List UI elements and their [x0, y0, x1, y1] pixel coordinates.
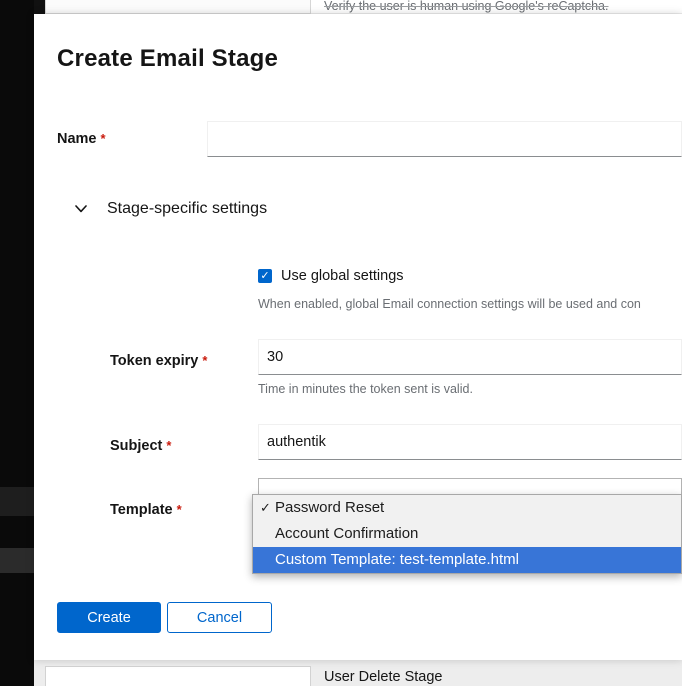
- subject-label: Subject: [110, 438, 162, 454]
- required-asterisk: *: [202, 353, 207, 368]
- create-email-stage-modal: Create Email Stage Name * Stage-specific …: [34, 14, 682, 660]
- token-expiry-input-wrap: [258, 339, 682, 375]
- name-label: Name: [57, 131, 97, 147]
- background-table-row-top: Verify the user is human using Google's …: [34, 0, 682, 14]
- background-dark-block: [34, 0, 45, 14]
- page: Verify the user is human using Google's …: [0, 0, 682, 686]
- template-label: Template: [110, 502, 173, 518]
- token-expiry-label: Token expiry: [110, 353, 198, 369]
- background-table-cell: [45, 666, 311, 686]
- background-row-description: Verify the user is human using Google's …: [324, 0, 609, 14]
- dropdown-option-label: Custom Template: test-template.html: [275, 551, 519, 568]
- background-row-label: User Delete Stage: [324, 669, 442, 685]
- cancel-button[interactable]: Cancel: [167, 602, 272, 633]
- template-label-wrap: Template *: [110, 501, 182, 519]
- stage-specific-settings-toggle[interactable]: Stage-specific settings: [75, 200, 267, 218]
- subject-input[interactable]: [258, 424, 682, 460]
- name-label-wrap: Name *: [57, 130, 207, 148]
- dropdown-option-label: Password Reset: [275, 499, 384, 516]
- token-expiry-input[interactable]: [258, 339, 682, 375]
- background-table-cell: [45, 0, 311, 14]
- dropdown-option-custom-template[interactable]: Custom Template: test-template.html: [253, 547, 681, 573]
- sidebar-item[interactable]: [0, 487, 34, 516]
- section-header-label: Stage-specific settings: [107, 200, 267, 218]
- required-asterisk: *: [101, 131, 106, 146]
- create-button[interactable]: Create: [57, 602, 161, 633]
- template-dropdown-list: ✓ Password Reset Account Confirmation Cu…: [252, 494, 682, 574]
- chevron-down-icon: [75, 204, 87, 214]
- use-global-help-text: When enabled, global Email connection se…: [258, 297, 682, 311]
- subject-label-wrap: Subject *: [110, 437, 171, 455]
- required-asterisk: *: [166, 438, 171, 453]
- dropdown-option-password-reset[interactable]: ✓ Password Reset: [253, 495, 681, 521]
- dropdown-option-account-confirmation[interactable]: Account Confirmation: [253, 521, 681, 547]
- app-sidebar: [0, 0, 34, 686]
- modal-actions: Create Cancel: [57, 602, 272, 633]
- check-icon: ✓: [260, 495, 271, 521]
- required-asterisk: *: [177, 502, 182, 517]
- use-global-checkbox[interactable]: ✓: [258, 269, 272, 283]
- dropdown-option-label: Account Confirmation: [275, 525, 418, 542]
- name-field-row: Name *: [57, 121, 682, 157]
- use-global-label[interactable]: Use global settings: [281, 268, 404, 284]
- token-expiry-label-wrap: Token expiry *: [110, 352, 207, 370]
- background-table-row-bottom: User Delete Stage: [34, 660, 682, 686]
- modal-title: Create Email Stage: [57, 45, 278, 73]
- token-expiry-help-text: Time in minutes the token sent is valid.: [258, 382, 682, 396]
- sidebar-item[interactable]: [0, 548, 34, 573]
- name-input[interactable]: [207, 121, 682, 157]
- use-global-settings-row: ✓ Use global settings: [258, 268, 404, 284]
- subject-input-wrap: [258, 424, 682, 460]
